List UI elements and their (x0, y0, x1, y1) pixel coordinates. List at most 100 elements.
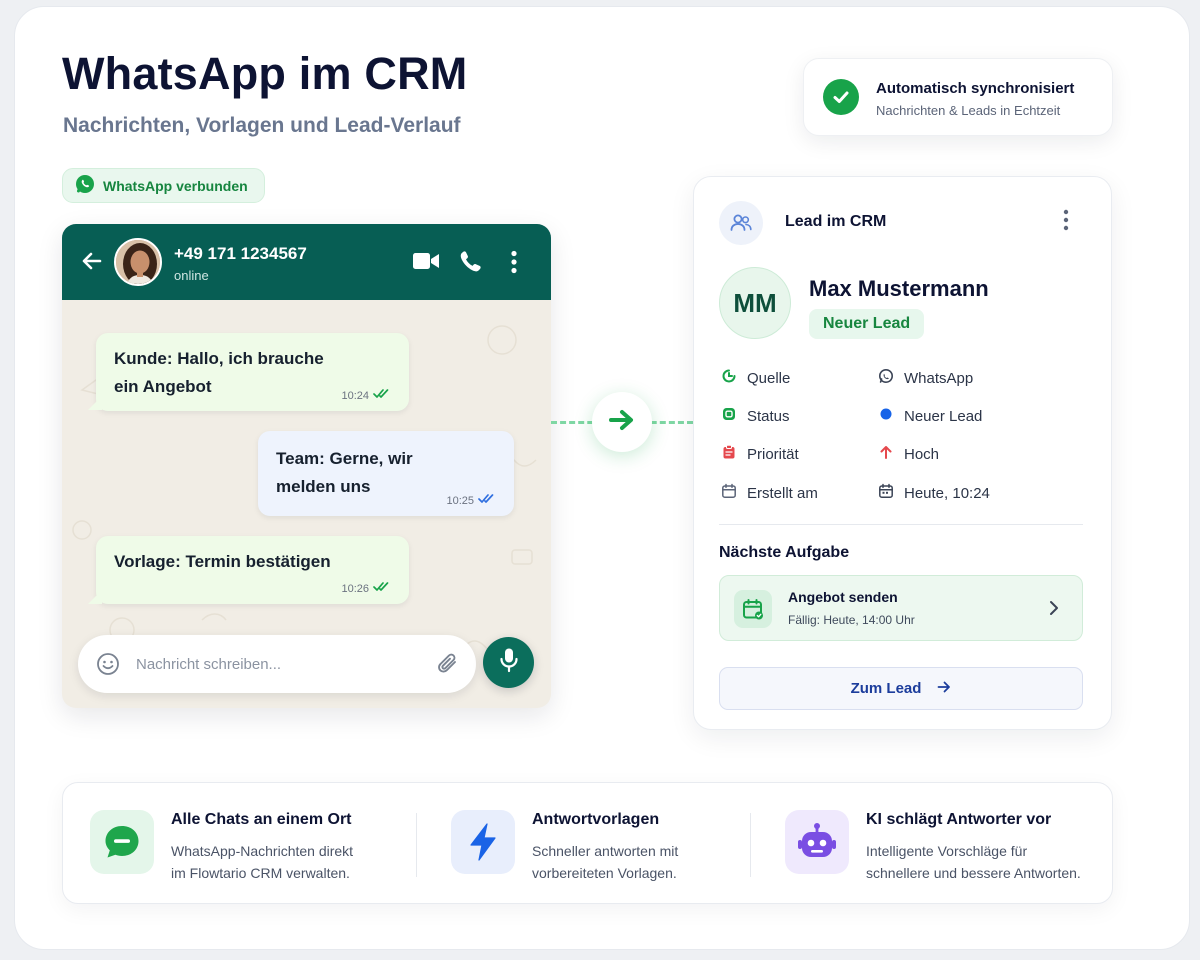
check-circle-icon (823, 79, 859, 115)
bubble-tail (88, 590, 102, 604)
whatsapp-badge-label: WhatsApp verbunden (103, 177, 248, 194)
field-label: Priorität (747, 445, 799, 463)
divider (750, 813, 751, 877)
message-time: 10:24 (341, 389, 369, 402)
field-value: WhatsApp (904, 369, 974, 387)
field-label: Status (747, 407, 790, 425)
lead-field-status-label: Status (721, 405, 790, 427)
double-check-icon (373, 388, 391, 403)
message-input[interactable] (136, 649, 416, 679)
lead-more-options-icon[interactable] (1062, 209, 1070, 236)
feature-description: Schneller antworten mit vorbereiteten Vo… (532, 840, 762, 884)
video-call-icon[interactable] (413, 250, 439, 277)
feature-description-line: vorbereiteten Vorlagen. (532, 865, 677, 881)
sync-subtitle: Nachrichten & Leads in Echtzeit (876, 103, 1061, 118)
message-meta: 10:25 (446, 493, 496, 508)
sync-arrow-button[interactable] (592, 392, 652, 452)
lead-avatar: MM (719, 267, 791, 339)
priority-icon (721, 444, 737, 464)
next-task-heading: Nächste Aufgabe (719, 544, 850, 561)
lead-field-created-value: Heute, 10:24 (878, 482, 990, 504)
feature-title: KI schlägt Antworter vor (866, 811, 1052, 828)
double-check-icon (373, 581, 391, 596)
lead-card-header: Lead im CRM (785, 213, 887, 230)
back-arrow-icon[interactable] (80, 249, 104, 278)
chat-message-incoming[interactable]: Kunde: Hallo, ich brauche ein Angebot 10… (96, 333, 409, 411)
task-due: Fällig: Heute, 14:00 Uhr (788, 613, 915, 627)
lead-status-pill: Neuer Lead (809, 309, 925, 339)
page-title: WhatsApp im CRM (62, 48, 468, 99)
lead-field-priority-value: Hoch (878, 443, 939, 465)
contact-avatar[interactable] (114, 238, 162, 286)
bubble-tail (88, 396, 102, 410)
lead-name: Max Mustermann (809, 276, 989, 301)
chat-bubble-icon (90, 810, 154, 874)
message-meta: 10:24 (341, 388, 391, 403)
calendar-icon (878, 483, 894, 503)
message-text-line: Team: Gerne, wir (276, 449, 413, 468)
divider (416, 813, 417, 877)
field-label: Quelle (747, 369, 791, 387)
message-text-line: melden uns (276, 477, 371, 496)
feature-strip: Alle Chats an einem Ort WhatsApp-Nachric… (62, 782, 1113, 904)
sync-title: Automatisch synchronisiert (876, 80, 1075, 97)
go-to-lead-button[interactable]: Zum Lead (719, 667, 1083, 710)
feature-description-line: Intelligente Vorschläge für (866, 843, 1028, 859)
source-icon (721, 368, 737, 388)
feature-title: Antwortvorlagen (532, 811, 660, 828)
status-dot-icon (878, 406, 894, 426)
crm-lead-card: Lead im CRM MM Max Mustermann Neuer Lead… (693, 176, 1112, 730)
contact-number: +49 171 1234567 (174, 244, 307, 263)
lead-field-source-label: Quelle (721, 367, 790, 389)
microphone-icon (498, 647, 520, 678)
robot-icon (785, 810, 849, 874)
phone-call-icon[interactable] (460, 250, 482, 277)
whatsapp-connected-badge: WhatsApp verbunden (62, 168, 265, 203)
whatsapp-chat-window: +49 171 1234567 online Kunde: Hallo, ich… (62, 224, 551, 708)
page-subtitle: Nachrichten, Vorlagen und Lead-Verlauf (63, 114, 461, 137)
feature-description-line: WhatsApp-Nachrichten direkt (171, 843, 354, 859)
chevron-right-icon (1048, 600, 1060, 621)
divider (719, 524, 1083, 525)
next-task-card[interactable]: Angebot senden Fällig: Heute, 14:00 Uhr (719, 575, 1083, 641)
chat-message-incoming[interactable]: Vorlage: Termin bestätigen 10:26 (96, 536, 409, 604)
more-options-icon[interactable] (510, 250, 518, 279)
double-check-icon (478, 493, 496, 508)
whatsapp-icon (75, 174, 95, 197)
feature-description: Intelligente Vorschläge für schnellere u… (866, 840, 1096, 884)
message-time: 10:25 (446, 494, 474, 507)
lead-field-status-value: Neuer Lead (878, 405, 982, 427)
field-label: Erstellt am (747, 484, 818, 502)
chat-message-outgoing[interactable]: Team: Gerne, wir melden uns 10:25 (258, 431, 514, 516)
lightning-icon (451, 810, 515, 874)
task-title: Angebot senden (788, 589, 898, 605)
message-text-line: ein Angebot (114, 377, 212, 396)
paperclip-icon[interactable] (435, 651, 461, 682)
field-value: Heute, 10:24 (904, 484, 990, 502)
voice-message-button[interactable] (483, 637, 534, 688)
field-value: Neuer Lead (904, 407, 983, 425)
emoji-icon[interactable] (96, 652, 120, 681)
arrow-right-icon (937, 680, 951, 698)
arrow-right-icon (608, 408, 636, 437)
feature-description-line: Schneller antworten mit (532, 843, 679, 859)
sync-status-card: Automatisch synchronisiert Nachrichten &… (803, 58, 1113, 136)
message-composer (78, 635, 476, 693)
field-value: Hoch (904, 445, 940, 463)
contact-status: online (174, 268, 209, 283)
message-text-line: Kunde: Hallo, ich brauche (114, 349, 324, 368)
status-icon (721, 406, 737, 426)
message-time: 10:26 (341, 582, 369, 595)
calendar-task-icon (734, 590, 772, 628)
whatsapp-outline-icon (878, 368, 894, 388)
users-icon (719, 201, 763, 245)
feature-description-line: schnellere und bessere Antworten. (866, 865, 1081, 881)
message-meta: 10:26 (341, 581, 391, 596)
feature-title: Alle Chats an einem Ort (171, 811, 352, 828)
chat-header: +49 171 1234567 online (62, 224, 551, 300)
go-to-lead-label: Zum Lead (850, 680, 922, 697)
arrow-up-icon (878, 444, 894, 464)
message-text-line: Vorlage: Termin bestätigen (114, 552, 331, 571)
lead-field-source-value: WhatsApp (878, 367, 973, 389)
lead-field-created-label: Erstellt am (721, 482, 818, 504)
